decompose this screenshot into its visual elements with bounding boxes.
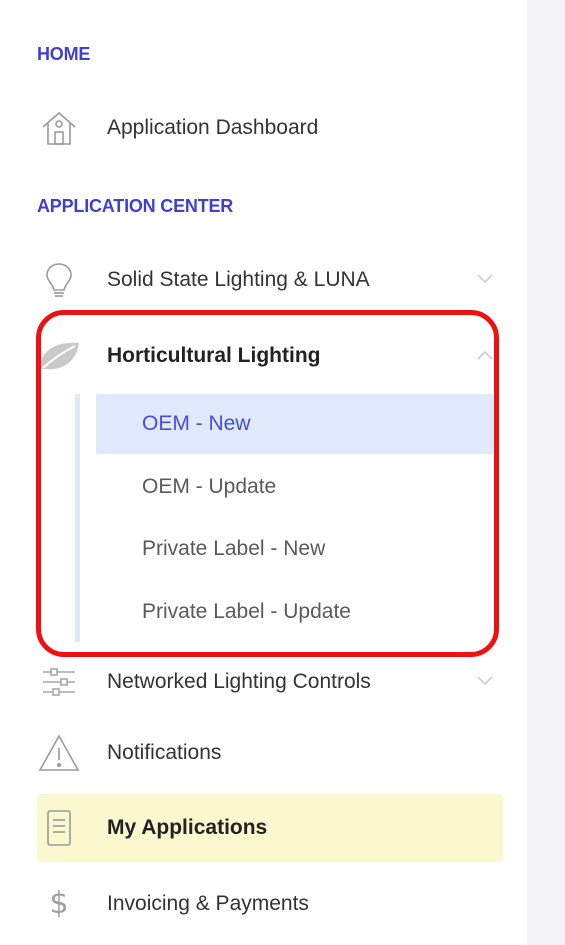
- sidebar-nav: HOME Application Dashboard APPLICATION C…: [0, 0, 527, 945]
- chevron-down-icon[interactable]: [477, 271, 493, 289]
- submenu-item-private-label-new[interactable]: Private Label - New: [96, 519, 496, 579]
- section-home: HOME: [37, 44, 91, 64]
- sidebar-item-label: Notifications: [107, 741, 222, 764]
- sidebar-item-label: Networked Lighting Controls: [107, 670, 371, 693]
- sidebar-item-application-dashboard[interactable]: Application Dashboard: [37, 104, 503, 152]
- chevron-down-icon[interactable]: [477, 673, 493, 691]
- sidebar-item-notifications[interactable]: Notifications: [37, 729, 503, 777]
- submenu-item-private-label-update[interactable]: Private Label - Update: [96, 582, 496, 642]
- submenu-item-label: Private Label - New: [142, 537, 326, 560]
- sidebar-item-horticultural-lighting[interactable]: Horticultural Lighting: [37, 332, 503, 380]
- document-icon: [37, 806, 81, 850]
- sidebar-item-networked-lighting-controls[interactable]: Networked Lighting Controls: [37, 658, 503, 706]
- house-icon: [37, 106, 81, 150]
- submenu-item-oem-new[interactable]: OEM - New: [96, 394, 496, 454]
- sidebar-item-label: Horticultural Lighting: [107, 344, 321, 367]
- leaf-icon: [37, 334, 81, 378]
- lightbulb-icon: [37, 258, 81, 302]
- sidebar-item-label: Application Dashboard: [107, 116, 319, 139]
- sidebar-item-my-applications[interactable]: My Applications: [37, 804, 503, 852]
- sidebar-item-label: Solid State Lighting & LUNA: [107, 268, 370, 291]
- sidebar-item-label: Invoicing & Payments: [107, 892, 309, 915]
- submenu-indicator: [75, 394, 80, 642]
- warning-icon: [37, 731, 81, 775]
- section-application-center: APPLICATION CENTER: [37, 196, 234, 216]
- submenu-item-label: Private Label - Update: [142, 600, 351, 623]
- dollar-icon: $: [49, 886, 69, 921]
- submenu-item-label: OEM - Update: [142, 475, 277, 498]
- sidebar-item-invoicing-payments[interactable]: $ Invoicing & Payments: [37, 880, 503, 928]
- sidebar-item-solid-state-lighting[interactable]: Solid State Lighting & LUNA: [37, 256, 503, 304]
- content-area: [527, 0, 565, 945]
- sliders-icon: [37, 660, 81, 704]
- submenu-item-label: OEM - New: [142, 412, 251, 435]
- chevron-up-icon[interactable]: [477, 347, 493, 365]
- sidebar-item-label: My Applications: [107, 816, 268, 839]
- submenu-item-oem-update[interactable]: OEM - Update: [96, 457, 496, 517]
